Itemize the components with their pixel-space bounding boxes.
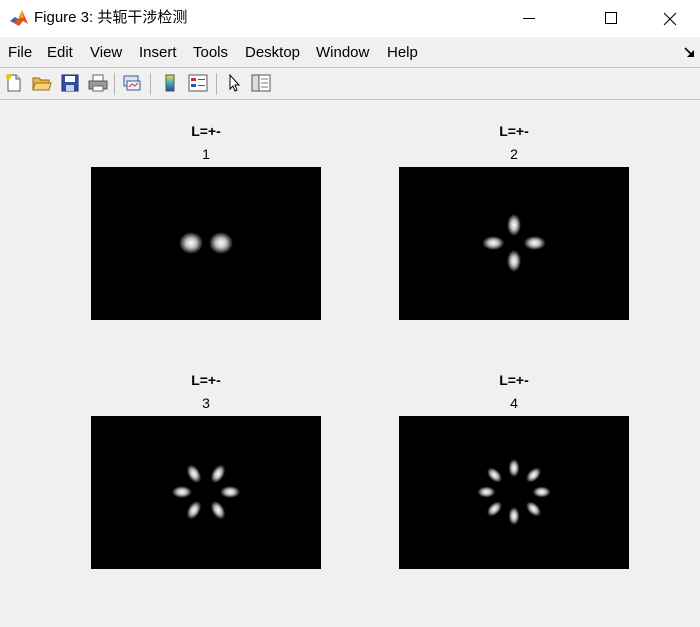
menu-edit[interactable]: Edit (47, 44, 73, 62)
interference-lobe (220, 486, 241, 498)
insert-legend-button[interactable] (186, 71, 210, 95)
subplot-subtitle: 3 (202, 395, 210, 411)
menu-file[interactable]: File (8, 44, 32, 62)
interference-image (399, 167, 629, 320)
close-button[interactable] (646, 0, 692, 37)
open-folder-icon (32, 77, 52, 91)
subplot-subtitle: 4 (510, 395, 518, 411)
title-bar: Figure 3: 共轭干涉检测 (0, 0, 700, 37)
toolbar-separator (114, 73, 115, 95)
subplot-subtitle: 2 (510, 146, 518, 162)
toolbar-separator (150, 73, 151, 95)
link-plot-button[interactable] (120, 71, 144, 95)
interference-lobe (186, 464, 202, 483)
insert-colorbar-button[interactable] (158, 71, 182, 95)
interference-lobe (507, 214, 521, 236)
interference-lobe (532, 486, 551, 498)
interference-image (91, 167, 321, 320)
menu-view[interactable]: View (90, 44, 122, 62)
menu-bar: File Edit View Insert Tools Desktop Wind… (0, 37, 700, 67)
subplot-title: L=+- (191, 123, 221, 139)
interference-lobe (477, 486, 496, 498)
print-icon (88, 74, 108, 92)
open-button[interactable] (30, 71, 54, 95)
menu-tools[interactable]: Tools (193, 44, 228, 62)
print-button[interactable] (86, 71, 110, 95)
new-figure-button[interactable] (2, 71, 26, 95)
interference-lobe (482, 236, 505, 250)
interference-lobe (526, 467, 541, 483)
menu-help[interactable]: Help (387, 44, 418, 62)
subplot-subtitle: 1 (202, 146, 210, 162)
new-figure-icon (5, 73, 21, 92)
insert-colorbar-icon (165, 74, 175, 92)
menu-window[interactable]: Window (316, 44, 369, 62)
save-button[interactable] (58, 71, 82, 95)
close-icon (663, 12, 677, 26)
minimize-button[interactable] (506, 0, 552, 37)
minimize-icon (523, 18, 535, 19)
subplot-title: L=+- (191, 372, 221, 388)
interference-lobe (507, 250, 521, 272)
edit-pointer-icon (229, 73, 241, 92)
interference-lobe (208, 232, 233, 254)
insert-legend-icon (188, 74, 208, 92)
edit-pointer-button[interactable] (222, 71, 246, 95)
interference-lobe (487, 501, 502, 517)
property-editor-icon (251, 74, 271, 92)
interference-image (399, 416, 629, 569)
interference-lobe (508, 459, 520, 477)
maximize-button[interactable] (588, 0, 634, 37)
link-plot-icon (123, 75, 141, 91)
menu-insert[interactable]: Insert (139, 44, 177, 62)
subplot-title: L=+- (499, 372, 529, 388)
window-title: Figure 3: 共轭干涉检测 (34, 9, 188, 26)
interference-lobe (179, 232, 204, 254)
save-icon (61, 74, 79, 92)
figure-canvas: L=+- 1 L=+- 2 L=+- 3 L=+- 4 (0, 101, 700, 627)
interference-lobe (186, 501, 202, 520)
interference-lobe (210, 464, 226, 483)
subplot-title: L=+- (499, 123, 529, 139)
interference-lobe (171, 486, 192, 498)
interference-lobe (526, 501, 541, 517)
interference-image (91, 416, 321, 569)
matlab-logo-icon[interactable] (9, 8, 29, 28)
property-editor-button[interactable] (249, 71, 273, 95)
interference-lobe (487, 467, 502, 483)
interference-lobe (523, 236, 546, 250)
interference-lobe (508, 507, 520, 525)
interference-lobe (210, 501, 226, 520)
maximize-icon (605, 12, 617, 24)
toolbar (0, 68, 700, 99)
toolbar-separator (216, 73, 217, 95)
toolbar-divider (0, 99, 700, 100)
dock-arrow-icon[interactable] (683, 45, 697, 59)
menu-desktop[interactable]: Desktop (245, 44, 300, 62)
